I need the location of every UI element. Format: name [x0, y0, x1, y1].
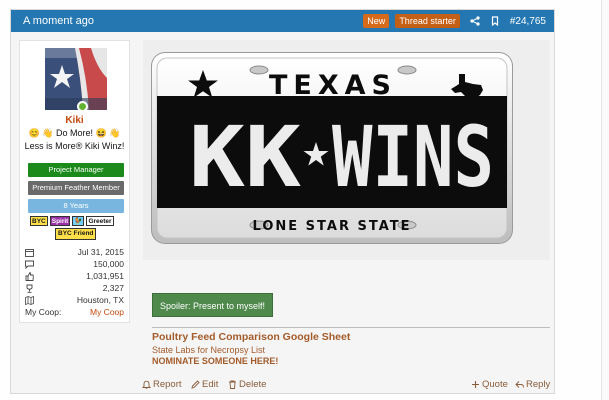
bookmark-icon[interactable] [490, 16, 500, 26]
badge-chicken: 🐓 [72, 216, 85, 226]
pencil-icon [191, 380, 200, 389]
bell-icon [142, 380, 151, 389]
coop-label: My Coop: [25, 307, 62, 317]
thumbs-up-icon [25, 271, 35, 281]
avatar[interactable] [45, 48, 107, 110]
stat-location: Houston, TX [25, 294, 124, 306]
badge-spirit: Spirit [49, 216, 71, 226]
stat-location-value: Houston, TX [76, 295, 124, 305]
delete-button[interactable]: Delete [228, 379, 266, 390]
license-plate-image: TEXAS KK WINS LONE STAR STATE [143, 40, 550, 260]
badge-byc-friend: BYC Friend [55, 228, 97, 240]
badge-greeter: Greeter [86, 216, 114, 226]
post-container: A moment ago New Thread starter #24,765 … [10, 9, 555, 394]
plate-number-right: WINS [332, 108, 494, 206]
stat-messages-value: 150,000 [93, 259, 124, 269]
spoiler-button[interactable]: Spoiler: Present to myself! [152, 293, 274, 317]
trash-icon [228, 380, 237, 389]
plus-icon [471, 380, 480, 389]
report-label: Report [153, 379, 182, 390]
signature-divider [152, 327, 550, 328]
delete-label: Delete [239, 379, 267, 390]
user-info-panel: Kiki 😊 👋 Do More! 😆 👋 Less is More® Kiki… [19, 40, 130, 323]
banner-premium-feather: Premium Feather Member [28, 181, 124, 195]
new-badge: New [363, 14, 390, 28]
coop-link[interactable]: My Coop [61, 307, 124, 317]
stat-reactions: 1,031,951 [25, 270, 124, 282]
share-icon[interactable] [470, 16, 480, 26]
signature-link-feed-sheet[interactable]: Poultry Feed Comparison Google Sheet [152, 331, 350, 343]
plate-state-name: TEXAS [269, 70, 397, 101]
reply-icon [515, 380, 524, 389]
user-title-line2: Less is More® Kiki Winz! [24, 141, 125, 151]
badge-byc: BYC [30, 216, 48, 226]
edit-label: Edit [202, 379, 219, 390]
reply-button[interactable]: Reply [515, 379, 550, 390]
signature-link-nominate[interactable]: NOMINATE SOMEONE HERE! [152, 356, 278, 366]
banner-years: 8 Years [28, 199, 124, 213]
banner-project-manager: Project Manager [28, 163, 124, 177]
thread-starter-badge: Thread starter [395, 14, 460, 28]
post-number[interactable]: #24,765 [510, 16, 546, 27]
trophy-icon [25, 284, 35, 293]
trophy-badges: BYC Spirit 🐓 Greeter [30, 216, 122, 226]
calendar-icon [25, 248, 35, 257]
report-button[interactable]: Report [142, 379, 182, 390]
post-time[interactable]: A moment ago [23, 15, 357, 27]
user-title-line1: 😊 👋 Do More! 😆 👋 [28, 128, 121, 138]
scrollbar-edge [601, 0, 609, 400]
quote-label: Quote [482, 379, 508, 390]
username[interactable]: Kiki [20, 115, 129, 126]
signature-link-state-labs[interactable]: State Labs for Necropsy List [152, 345, 265, 355]
stat-points-value: 2,327 [102, 283, 124, 293]
online-indicator [77, 101, 88, 112]
stat-points: 2,327 [25, 282, 124, 294]
stat-messages: 150,000 [25, 258, 124, 270]
stat-reactions-value: 1,031,951 [86, 271, 124, 281]
user-title: 😊 👋 Do More! 😆 👋 Less is More® Kiki Winz… [20, 127, 129, 153]
plate-number-left: KK [189, 108, 301, 206]
quote-button[interactable]: Quote [471, 379, 508, 390]
stat-coop: My Coop: My Coop [25, 306, 124, 318]
post-header: A moment ago New Thread starter #24,765 [11, 10, 554, 32]
map-icon [25, 295, 35, 305]
stat-joined: Jul 31, 2015 [25, 246, 124, 258]
reply-label: Reply [526, 379, 551, 390]
stat-joined-value: Jul 31, 2015 [77, 247, 124, 257]
plate-motto: LONE STAR STATE [253, 219, 412, 234]
messages-icon [25, 260, 35, 269]
edit-button[interactable]: Edit [191, 379, 218, 390]
